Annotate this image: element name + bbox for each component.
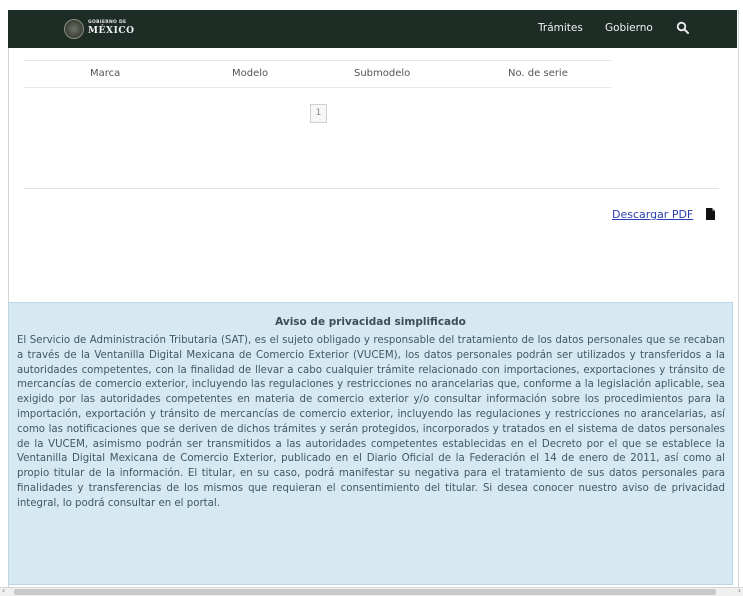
gobierno-mexico-logo[interactable]: GOBIERNO DE MÉXICO [64,18,144,40]
pagination-page-button[interactable]: 1 [310,104,327,123]
scroll-right-arrow-icon[interactable]: › [738,586,741,595]
nav-link-tramites[interactable]: Trámites [538,22,583,34]
privacy-notice-title: Aviso de privacidad simplificado [275,316,466,328]
privacy-notice-text: El Servicio de Administración Tributaria… [17,335,725,509]
search-icon[interactable] [676,21,690,35]
national-seal-icon [64,19,84,39]
column-header-no-serie[interactable]: No. de serie [508,68,568,79]
page-right-border [738,10,739,587]
browser-viewport: GOBIERNO DE MÉXICO Trámites Gobierno Mar… [0,0,743,596]
section-divider [24,188,719,189]
column-header-submodelo[interactable]: Submodelo [354,68,410,79]
download-pdf-link[interactable]: Descargar PDF [612,208,693,221]
logo-small-text: GOBIERNO DE [88,20,127,25]
vehicle-table-header: Marca Modelo Submodelo No. de serie [24,60,611,88]
column-header-modelo[interactable]: Modelo [232,68,268,79]
column-header-marca[interactable]: Marca [90,68,120,79]
privacy-notice-panel: Aviso de privacidad simplificado El Serv… [8,302,733,585]
logo-main-text: MÉXICO [88,26,135,36]
scrollbar-thumb[interactable] [14,589,716,595]
nav-link-gobierno[interactable]: Gobierno [605,22,653,34]
file-icon[interactable] [706,208,715,220]
scroll-left-arrow-icon[interactable]: ‹ [2,586,5,595]
top-navbar: GOBIERNO DE MÉXICO Trámites Gobierno [8,10,737,48]
